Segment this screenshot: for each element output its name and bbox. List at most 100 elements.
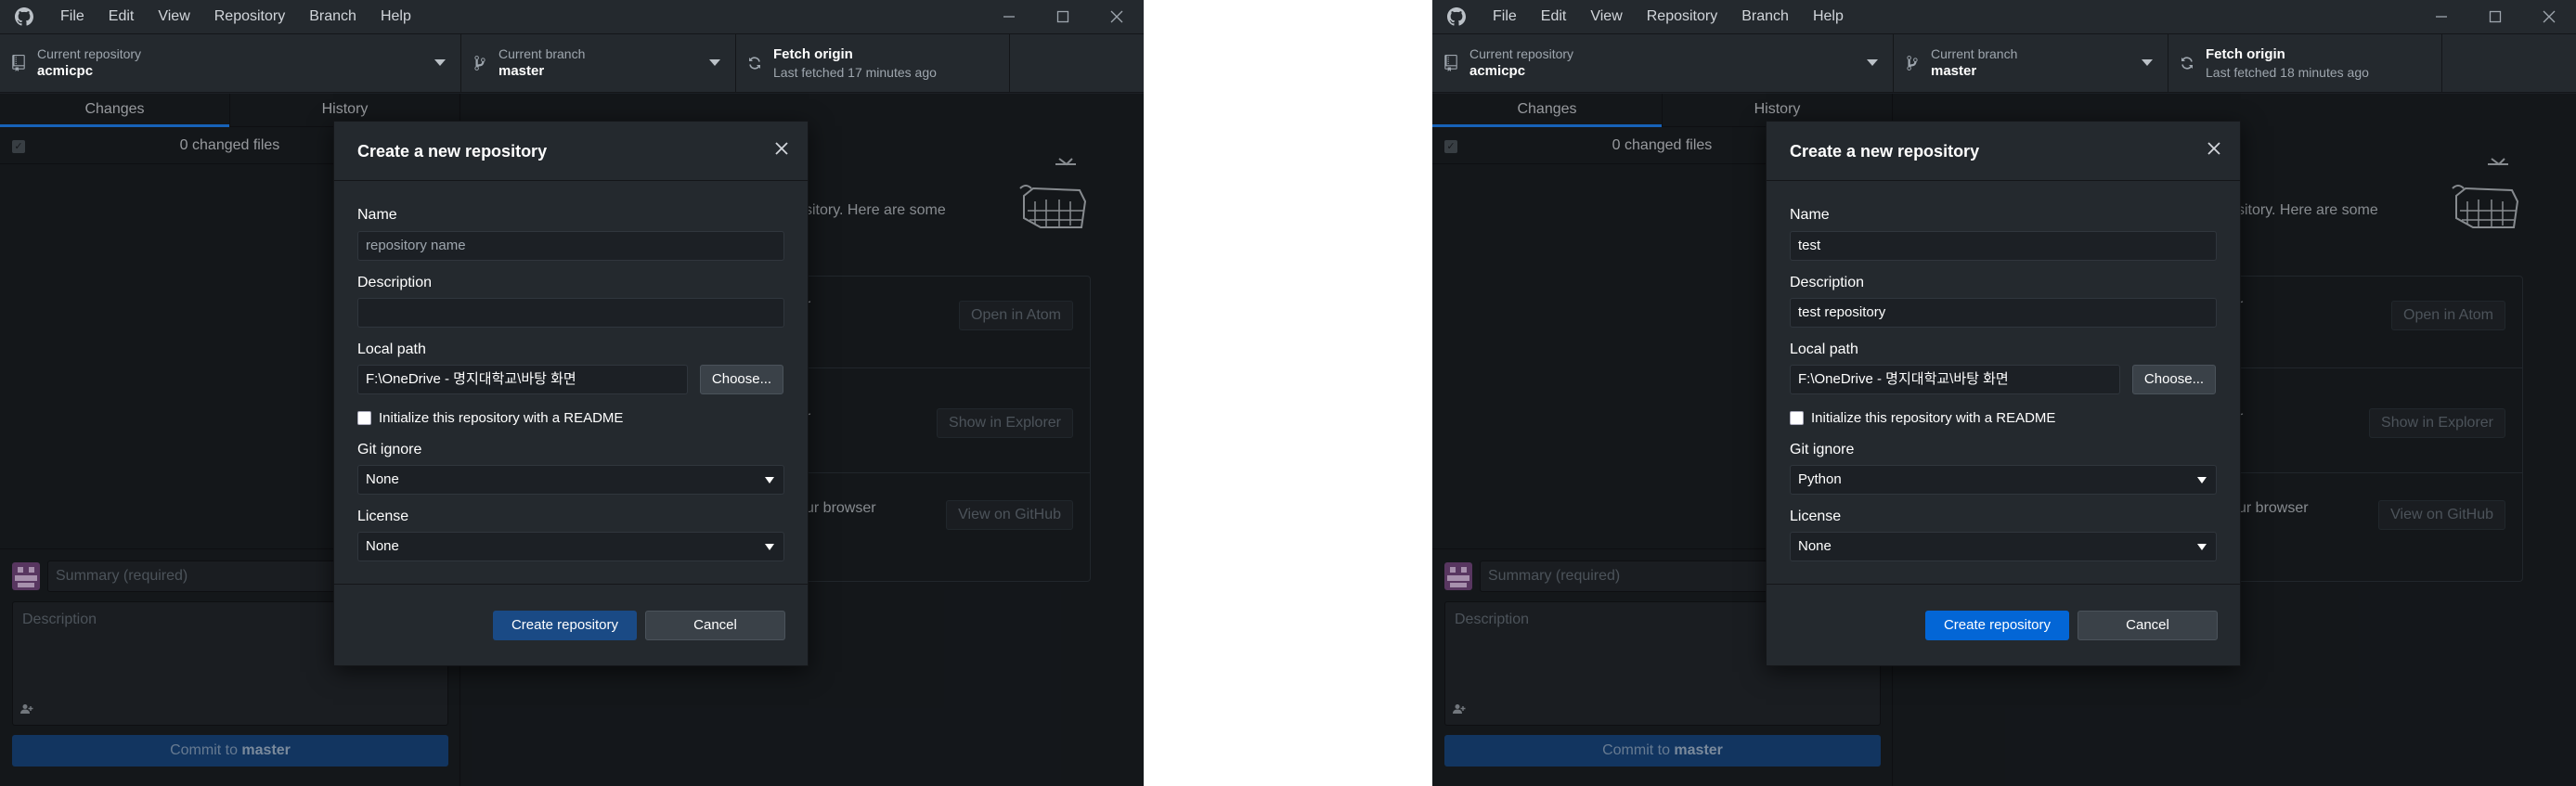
cancel-button[interactable]: Cancel: [2078, 611, 2218, 640]
git-ignore-select[interactable]: Python: [1790, 465, 2217, 495]
menu-branch[interactable]: Branch: [1729, 0, 1801, 33]
current-branch-name: master: [1931, 63, 1977, 79]
menu-branch[interactable]: Branch: [297, 0, 369, 33]
current-repository-dropdown[interactable]: Current repository acmicpc: [1432, 34, 1894, 92]
menu-repository[interactable]: Repository: [1635, 0, 1729, 33]
github-logo-icon: [0, 0, 48, 33]
branch-icon: [461, 55, 498, 71]
title-bar: File Edit View Repository Branch Help: [1432, 0, 2576, 33]
menu-bar: File Edit View Repository Branch Help: [1481, 0, 1856, 33]
name-label: Name: [1790, 207, 1830, 223]
license-label: License: [1790, 509, 1842, 524]
create-repository-button[interactable]: Create repository: [493, 611, 637, 640]
fetch-origin-button[interactable]: Fetch origin Last fetched 18 minutes ago: [2168, 34, 2442, 92]
menu-file[interactable]: File: [48, 0, 97, 33]
choose-path-button[interactable]: Choose...: [2132, 365, 2216, 394]
current-branch-name: master: [498, 63, 545, 79]
menu-edit[interactable]: Edit: [1529, 0, 1579, 33]
github-logo-icon: [1432, 0, 1481, 33]
close-icon[interactable]: [770, 138, 793, 161]
menu-view[interactable]: View: [146, 0, 201, 33]
description-input[interactable]: test repository: [1790, 298, 2217, 328]
current-branch-dropdown[interactable]: Current branch master: [1894, 34, 2168, 92]
menu-help[interactable]: Help: [369, 0, 423, 33]
create-repository-button[interactable]: Create repository: [1925, 611, 2069, 640]
menu-repository[interactable]: Repository: [202, 0, 297, 33]
license-value: None: [366, 538, 399, 554]
cancel-button[interactable]: Cancel: [645, 611, 785, 640]
github-desktop-window-before: File Edit View Repository Branch Help Cu…: [0, 0, 1144, 786]
menu-view[interactable]: View: [1578, 0, 1634, 33]
last-fetched-text: Last fetched 17 minutes ago: [773, 65, 937, 80]
window-controls: [2414, 0, 2576, 33]
current-repository-dropdown[interactable]: Current repository acmicpc: [0, 34, 461, 92]
current-branch-dropdown[interactable]: Current branch master: [461, 34, 736, 92]
git-ignore-value: None: [366, 471, 399, 487]
minimize-icon[interactable]: [982, 0, 1036, 33]
local-path-input[interactable]: F:\OneDrive - 명지대학교\바탕 화면: [357, 365, 688, 394]
chevron-down-icon: [2142, 59, 2153, 66]
license-label: License: [357, 509, 409, 524]
menu-file[interactable]: File: [1481, 0, 1529, 33]
sync-icon: [736, 56, 773, 71]
description-input[interactable]: [357, 298, 784, 328]
git-ignore-label: Git ignore: [1790, 442, 1855, 457]
dialog-title: Create a new repository: [357, 142, 548, 161]
screenshot-canvas: File Edit View Repository Branch Help Cu…: [0, 0, 2576, 786]
chevron-down-icon: [765, 477, 774, 483]
maximize-icon[interactable]: [2468, 0, 2522, 33]
git-ignore-label: Git ignore: [357, 442, 422, 457]
name-input[interactable]: test: [1790, 231, 2217, 261]
title-bar: File Edit View Repository Branch Help: [0, 0, 1144, 33]
name-input-value: repository name: [366, 238, 466, 253]
local-path-label: Local path: [1790, 341, 1858, 357]
fetch-origin-button[interactable]: Fetch origin Last fetched 17 minutes ago: [736, 34, 1010, 92]
fetch-origin-label: Fetch origin: [773, 46, 853, 62]
chevron-down-icon: [709, 59, 720, 66]
maximize-icon[interactable]: [1036, 0, 1090, 33]
chevron-down-icon: [2197, 477, 2207, 483]
current-repository-label: Current repository: [37, 46, 142, 61]
repo-icon: [0, 55, 37, 71]
dialog-header: Create a new repository: [334, 122, 808, 181]
name-input-value: test: [1798, 238, 1821, 253]
menu-edit[interactable]: Edit: [97, 0, 147, 33]
current-branch-label: Current branch: [1931, 46, 2018, 61]
readme-checkbox-row[interactable]: Initialize this repository with a README: [1790, 410, 2055, 426]
readme-checkbox-row[interactable]: Initialize this repository with a README: [357, 410, 623, 426]
readme-checkbox[interactable]: [357, 411, 371, 425]
dialog-title: Create a new repository: [1790, 142, 1980, 161]
fetch-origin-label: Fetch origin: [2206, 46, 2285, 62]
license-select[interactable]: None: [357, 532, 784, 561]
current-branch-label: Current branch: [498, 46, 586, 61]
name-input[interactable]: repository name: [357, 231, 784, 261]
branch-icon: [1894, 55, 1931, 71]
window-controls: [982, 0, 1144, 33]
toolbar: Current repository acmicpc Current branc…: [1432, 33, 2576, 93]
git-ignore-select[interactable]: None: [357, 465, 784, 495]
toolbar: Current repository acmicpc Current branc…: [0, 33, 1144, 93]
close-window-icon[interactable]: [2522, 0, 2576, 33]
close-icon[interactable]: [2203, 138, 2225, 161]
dialog-header: Create a new repository: [1767, 122, 2240, 181]
chevron-down-icon: [1867, 59, 1878, 66]
local-path-input[interactable]: F:\OneDrive - 명지대학교\바탕 화면: [1790, 365, 2120, 394]
minimize-icon[interactable]: [2414, 0, 2468, 33]
menu-help[interactable]: Help: [1801, 0, 1856, 33]
choose-path-button[interactable]: Choose...: [700, 365, 783, 394]
chevron-down-icon: [765, 544, 774, 550]
local-path-label: Local path: [357, 341, 426, 357]
description-label: Description: [1790, 275, 1865, 290]
create-repository-dialog: Create a new repository Name repository …: [333, 121, 809, 666]
readme-checkbox-label: Initialize this repository with a README: [1811, 410, 2056, 426]
license-select[interactable]: None: [1790, 532, 2217, 561]
readme-checkbox[interactable]: [1790, 411, 1804, 425]
create-repository-dialog: Create a new repository Name test Descri…: [1766, 121, 2241, 666]
dialog-footer: Create repository Cancel: [1767, 584, 2240, 665]
repo-icon: [1432, 55, 1469, 71]
close-window-icon[interactable]: [1090, 0, 1144, 33]
license-value: None: [1798, 538, 1832, 554]
description-label: Description: [357, 275, 433, 290]
menu-bar: File Edit View Repository Branch Help: [48, 0, 423, 33]
chevron-down-icon: [434, 59, 446, 66]
